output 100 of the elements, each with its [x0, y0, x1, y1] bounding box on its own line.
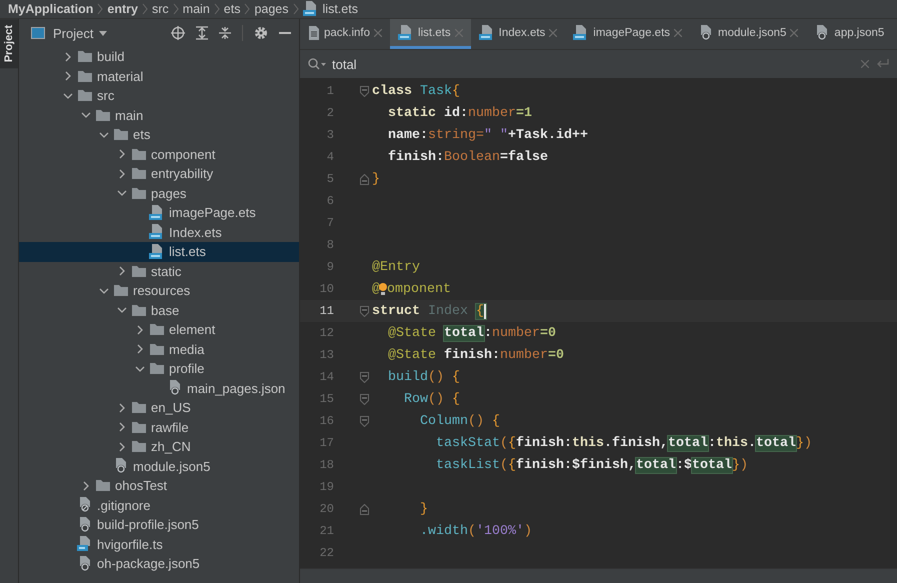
file-icon — [77, 516, 93, 533]
line-number: 22 — [318, 546, 334, 560]
tree-item[interactable]: .gitignore — [19, 496, 299, 515]
line-number: 20 — [318, 502, 334, 516]
tree-item[interactable]: imagePage.ets — [19, 203, 299, 222]
line-number: 1 — [326, 84, 334, 98]
folder-icon — [95, 479, 111, 492]
file-icon — [302, 1, 319, 17]
tree-item[interactable]: media — [19, 340, 299, 359]
file-icon — [77, 556, 93, 572]
code-line: @Entry — [372, 260, 420, 274]
breadcrumb-item[interactable]: src — [152, 2, 169, 16]
tool-window-tab[interactable]: Project — [0, 19, 18, 68]
tree-item[interactable]: rawfile — [19, 418, 299, 437]
fold-icon[interactable] — [360, 416, 369, 426]
code-line: static id:number=1 — [386, 106, 532, 120]
crosshair-icon[interactable] — [171, 26, 185, 40]
code-line: } — [372, 172, 380, 186]
folder-icon — [149, 342, 165, 356]
fold-icon[interactable] — [360, 394, 369, 404]
editor-tab[interactable]: list.ets — [390, 19, 471, 49]
tree-item[interactable]: component — [19, 144, 299, 164]
tree-item[interactable]: ets — [19, 125, 299, 144]
line-number: 16 — [318, 414, 334, 428]
fold-icon[interactable] — [360, 372, 369, 382]
fold-icon[interactable] — [360, 86, 369, 96]
tree-item[interactable]: static — [19, 262, 299, 281]
line-number: 21 — [318, 524, 334, 538]
tree-item[interactable]: entryability — [19, 164, 299, 184]
fold-icon[interactable] — [360, 174, 369, 184]
code-line: build() { — [386, 370, 460, 384]
file-icon — [113, 458, 129, 474]
tree-item[interactable]: element — [19, 320, 299, 340]
folder-icon — [95, 108, 111, 122]
tree-item[interactable]: module.json5 — [19, 456, 299, 476]
breadcrumb-item[interactable]: MyApplication — [8, 2, 94, 16]
folder-icon — [113, 128, 129, 142]
tree-item[interactable]: oh-package.json5 — [19, 554, 299, 574]
tree-item[interactable]: ohosTest — [19, 476, 299, 496]
editor-tab[interactable]: Index.ets — [470, 19, 566, 49]
line-number: 15 — [318, 392, 334, 406]
tree-item[interactable]: build — [19, 47, 299, 66]
tree-item[interactable]: list.ets — [19, 242, 299, 262]
file-icon — [77, 497, 93, 514]
tree-item[interactable]: zh_CN — [19, 437, 299, 456]
editor-tab[interactable]: pack.info — [300, 19, 390, 49]
chevron-icon — [244, 3, 250, 15]
breadcrumb-item[interactable]: entry — [107, 2, 138, 16]
folder-icon — [131, 186, 147, 200]
tree-item[interactable]: material — [19, 66, 299, 86]
tree-item[interactable]: build-profile.json5 — [19, 515, 299, 534]
fold-icon[interactable] — [360, 306, 369, 316]
folder-icon — [113, 284, 129, 298]
tree-item[interactable]: base — [19, 300, 299, 320]
caret-icon[interactable] — [99, 30, 108, 36]
line-number: 11 — [318, 304, 334, 318]
breadcrumb-item[interactable]: ets — [224, 2, 240, 16]
breadcrumb-item[interactable]: list.ets — [322, 2, 358, 16]
editor-tab[interactable]: imagePage.ets — [565, 19, 690, 49]
tree-item[interactable]: Index.ets — [19, 222, 299, 242]
fold-icon[interactable] — [360, 504, 369, 514]
code-line: name:string=" "+Task.id++ — [386, 128, 588, 142]
tree-item[interactable]: hvigorfile.ts — [19, 534, 299, 554]
search-input[interactable]: total — [332, 56, 855, 72]
breadcrumb-item[interactable]: main — [182, 2, 210, 16]
chevron-icon — [214, 3, 220, 15]
tree-item[interactable]: src — [19, 86, 299, 106]
tree-item[interactable]: main — [19, 106, 299, 125]
folder-icon — [149, 362, 165, 376]
breadcrumb-item[interactable]: pages — [254, 2, 289, 16]
collapse-all-icon[interactable] — [219, 26, 231, 40]
search-icon[interactable] — [308, 58, 326, 70]
tree-item[interactable]: resources — [19, 281, 299, 300]
line-number: 12 — [318, 326, 334, 340]
tree-item[interactable]: en_US — [19, 398, 299, 418]
folder-icon — [149, 323, 165, 336]
tree-item[interactable]: pages — [19, 184, 299, 203]
file-icon — [149, 224, 165, 240]
code-line: Row() { — [402, 392, 460, 406]
settings-icon[interactable] — [254, 26, 268, 40]
code-line: .width('100%') — [418, 524, 532, 538]
line-number: 18 — [318, 458, 334, 472]
tree-item[interactable]: profile — [19, 359, 299, 378]
line-number: 5 — [326, 172, 334, 186]
view-dropdown[interactable]: Project — [53, 26, 108, 40]
tree-item[interactable]: main_pages.json — [19, 378, 299, 398]
file-icon — [149, 244, 165, 260]
editor-tab[interactable]: module.json5 — [690, 19, 806, 49]
line-number: 4 — [326, 150, 334, 164]
folder-icon — [131, 148, 147, 161]
expand-all-icon[interactable] — [196, 26, 208, 40]
editor-tab[interactable]: app.json5 — [806, 19, 892, 49]
folder-icon — [77, 50, 93, 64]
folder-icon — [131, 440, 147, 454]
lightbulb-icon[interactable] — [379, 281, 387, 297]
file-icon — [149, 204, 165, 221]
folder-icon — [131, 264, 147, 278]
folder-icon — [77, 70, 93, 83]
search-field[interactable]: total — [300, 50, 897, 79]
chevron-icon — [292, 3, 299, 15]
